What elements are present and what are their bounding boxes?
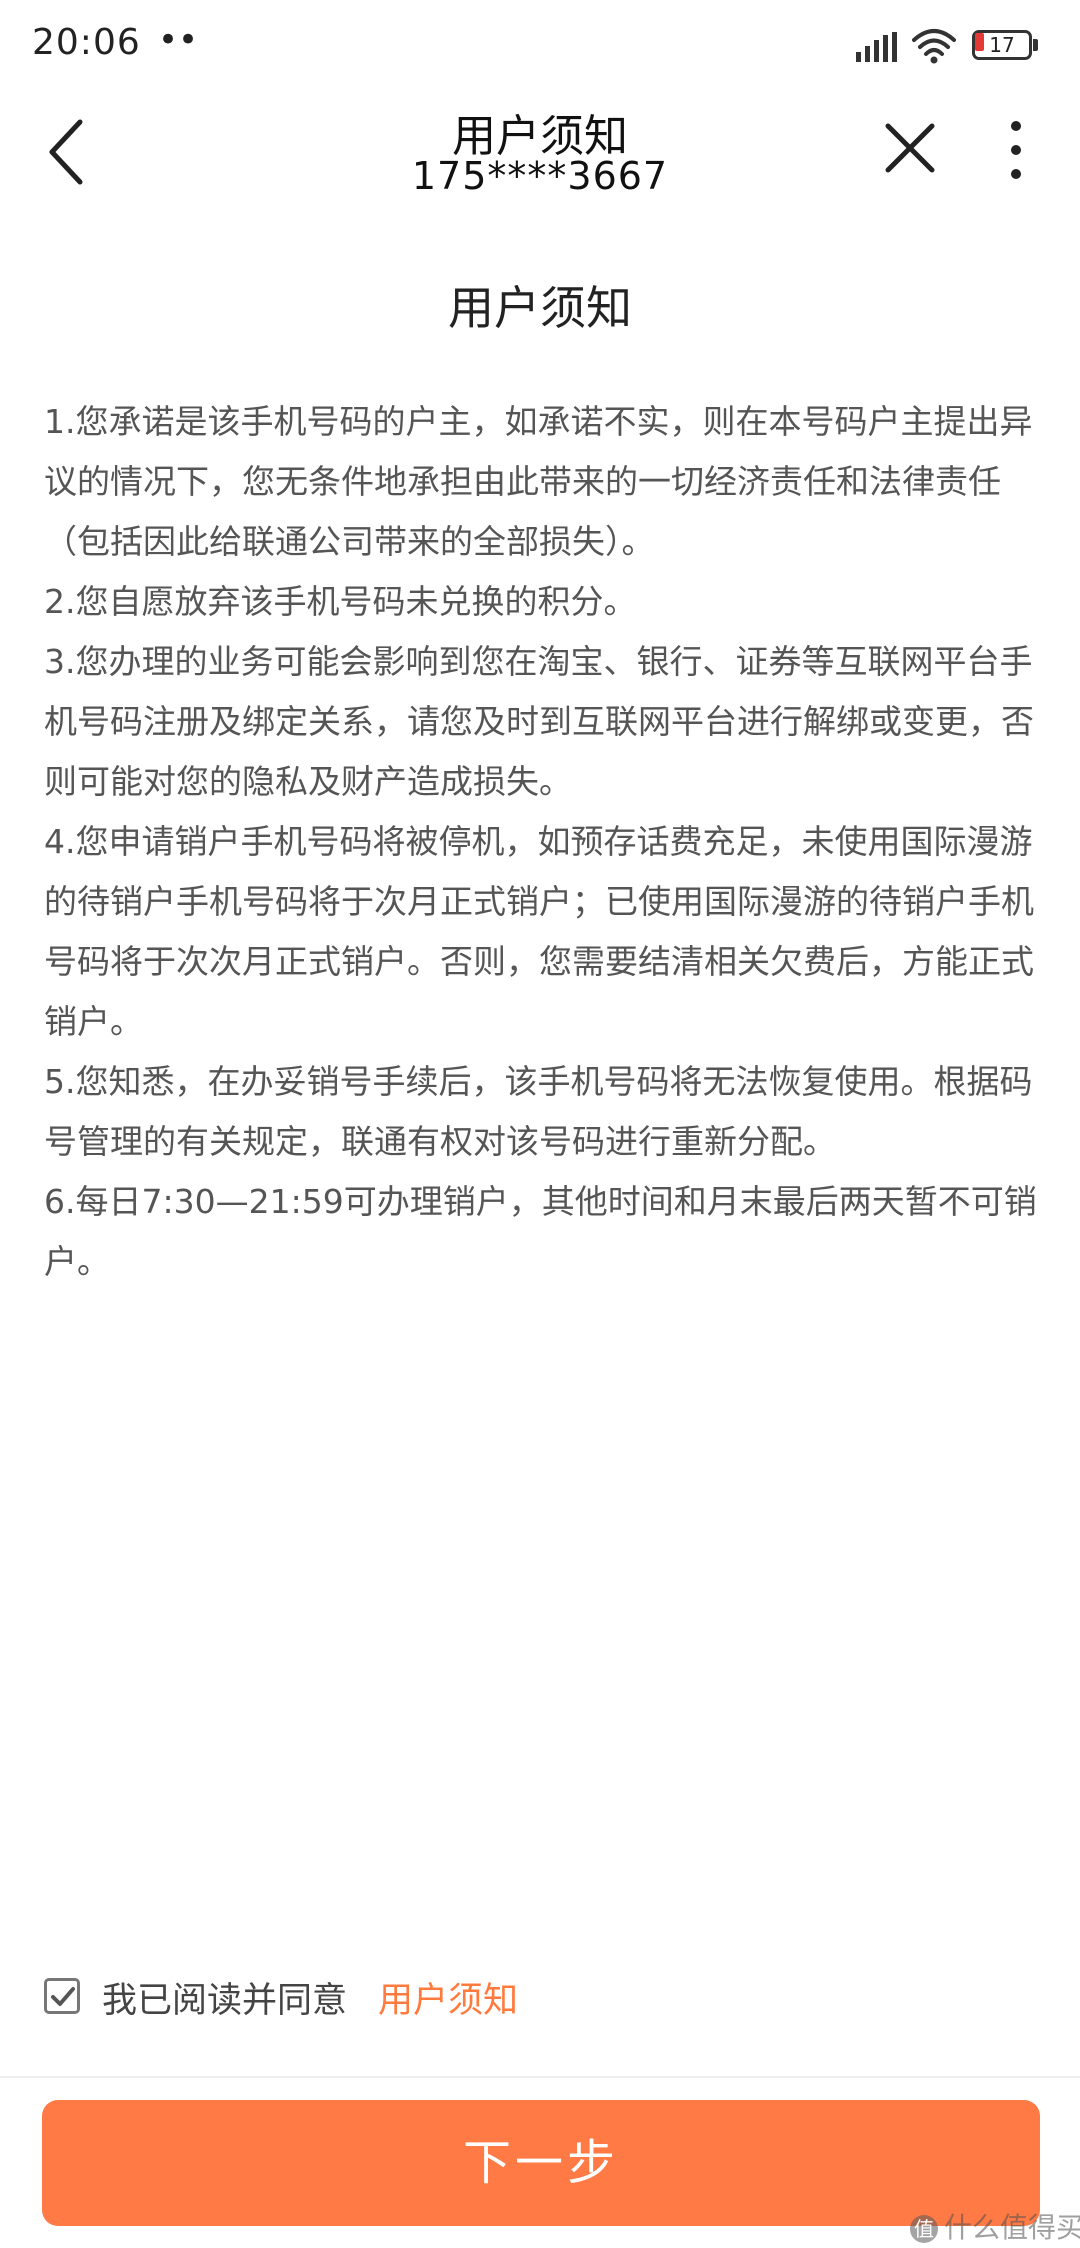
next-step-button[interactable]: 下一步 (42, 2100, 1040, 2226)
terms-item-6: 6.每日7:30—21:59可办理销户，其他时间和月末最后两天暂不可销户。 (44, 1182, 1037, 1281)
check-icon (51, 1987, 75, 2006)
notification-dots: •• (158, 20, 199, 60)
footer-divider (0, 2076, 1080, 2078)
terms-item-5: 5.您知悉，在办妥销号手续后，该手机号码将无法恢复使用。根据码号管理的有关规定，… (44, 1062, 1033, 1161)
battery-icon: 17 (972, 30, 1040, 62)
watermark-text: 什么值得买 (944, 2211, 1080, 2244)
watermark: 值什么值得买 (910, 2206, 1080, 2246)
battery-cap (1033, 39, 1038, 51)
status-time: 20:06 (32, 22, 141, 63)
watermark-logo-icon: 值 (910, 2215, 938, 2243)
agreement-text: 我已阅读并同意 (102, 1981, 348, 2021)
phone-number: 175****3667 (411, 154, 669, 198)
terms-item-1: 1.您承诺是该手机号码的户主，如承诺不实，则在本号码户主提出异议的情况下，您无条… (44, 402, 1033, 561)
signal-icon (856, 32, 897, 62)
terms-content: 1.您承诺是该手机号码的户主，如承诺不实，则在本号码户主提出异议的情况下，您无条… (44, 392, 1040, 1292)
nav-header: 用户须知 175****3667 (0, 92, 1080, 220)
terms-item-2: 2.您自愿放弃该手机号码未兑换的积分。 (44, 582, 637, 621)
agreement-row: 我已阅读并同意 用户须知 (44, 1970, 944, 2030)
page: 20:06 •• 17 用户须知 175****3667 用户须知 1.您承诺是… (0, 0, 1080, 2248)
close-icon[interactable] (880, 118, 940, 178)
document-title: 用户须知 (448, 281, 632, 335)
back-arrow-icon[interactable] (38, 114, 98, 190)
terms-item-3: 3.您办理的业务可能会影响到您在淘宝、银行、证券等互联网平台手机号码注册及绑定关… (44, 642, 1034, 801)
wifi-icon (912, 29, 956, 64)
more-vertical-icon[interactable] (996, 118, 1036, 182)
terms-link[interactable]: 用户须知 (378, 1972, 518, 2023)
status-bar: 20:06 •• 17 (0, 0, 1080, 92)
agree-checkbox[interactable] (44, 1978, 80, 2014)
battery-level: 17 (989, 33, 1015, 57)
terms-item-4: 4.您申请销户手机号码将被停机，如预存话费充足，未使用国际漫游的待销户手机号码将… (44, 822, 1034, 1041)
